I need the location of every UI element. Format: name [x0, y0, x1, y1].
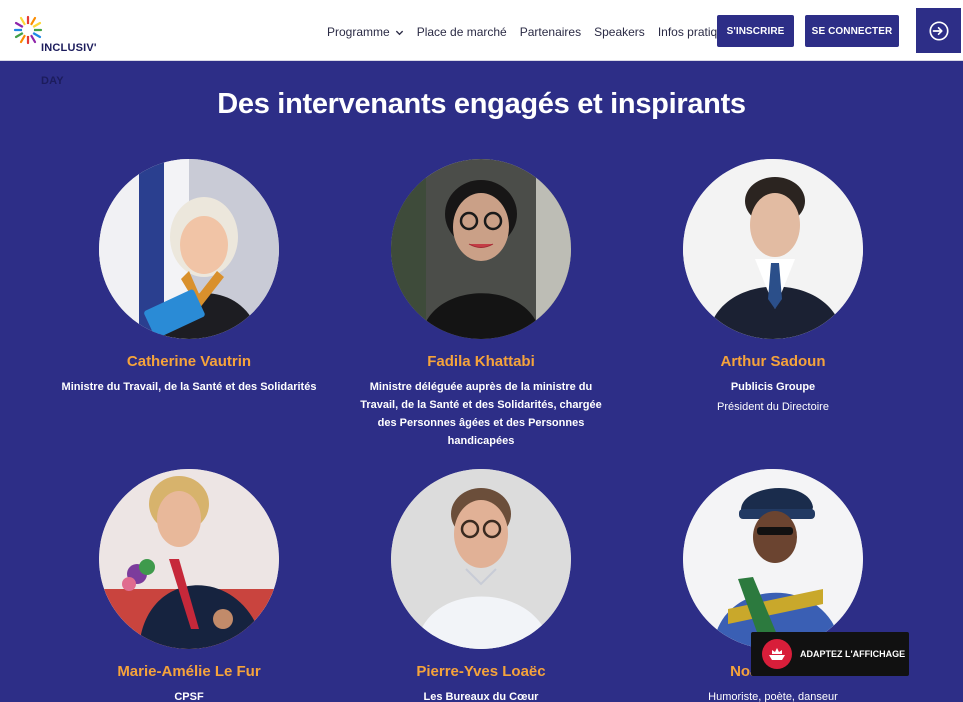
- sign-in-button[interactable]: [916, 8, 961, 53]
- speaker-name: Pierre-Yves Loaëc: [416, 663, 546, 680]
- register-button[interactable]: S'INSCRIRE: [717, 15, 794, 47]
- speaker-name: Marie-Amélie Le Fur: [117, 663, 261, 680]
- chevron-down-icon: [395, 30, 403, 35]
- speaker-card[interactable]: Catherine Vautrin Ministre du Travail, d…: [39, 159, 339, 396]
- nav-item-partenaires[interactable]: Partenaires: [520, 25, 581, 39]
- nav-item-label: Programme: [327, 25, 390, 39]
- nav-item-programme[interactable]: Programme: [327, 25, 404, 39]
- speaker-name: Arthur Sadoun: [720, 353, 826, 370]
- speaker-card[interactable]: Arthur Sadoun Publicis Groupe Président …: [623, 159, 923, 416]
- speaker-org: CPSF: [174, 691, 204, 702]
- speaker-card[interactable]: Fadila Khattabi Ministre déléguée auprès…: [331, 159, 631, 450]
- speaker-photo: [391, 469, 571, 649]
- nav-item-label: Partenaires: [519, 25, 582, 39]
- sign-in-icon: [928, 20, 949, 41]
- section-title: Des intervenants engagés et inspirants: [217, 88, 746, 120]
- speaker-photo: [683, 159, 863, 339]
- speaker-photo: [99, 159, 279, 339]
- speaker-org: Ministre déléguée auprès de la ministre …: [360, 381, 602, 447]
- nav-item-label: Speakers: [594, 25, 645, 39]
- inclusiv-day-logo[interactable]: INCLUSIV' DAY: [13, 9, 97, 87]
- login-button[interactable]: SE CONNECTER: [805, 15, 899, 47]
- adapt-display-button[interactable]: ADAPTEZ L'AFFICHAGE: [751, 632, 909, 676]
- adapt-display-label: ADAPTEZ L'AFFICHAGE: [800, 649, 906, 659]
- main-nav: Programme Place de marché Partenaires Sp…: [327, 24, 750, 40]
- speaker-card[interactable]: Pierre-Yves Loaëc Les Bureaux du Cœur: [331, 469, 631, 702]
- nav-item-label: Place de marché: [416, 25, 507, 39]
- speaker-photo: [391, 159, 571, 339]
- speaker-org: Les Bureaux du Cœur: [423, 691, 539, 702]
- speaker-org: Publicis Groupe: [730, 381, 816, 393]
- speaker-role: Humoriste, poète, danseur: [708, 691, 838, 702]
- nav-item-speakers[interactable]: Speakers: [594, 25, 645, 39]
- speaker-photo: [99, 469, 279, 649]
- site-header: INCLUSIV' DAY Programme Place de marché …: [0, 0, 963, 87]
- speaker-card[interactable]: Marie-Amélie Le Fur CPSF: [39, 469, 339, 702]
- speaker-org: Ministre du Travail, de la Santé et des …: [61, 381, 317, 393]
- speaker-photo: [683, 469, 863, 649]
- speaker-name: Fadila Khattabi: [427, 353, 535, 370]
- logo-line-1: INCLUSIV': [41, 42, 97, 54]
- logo-burst-icon: [13, 15, 43, 45]
- speaker-name: Catherine Vautrin: [126, 353, 252, 370]
- accessibility-badge: [762, 639, 792, 669]
- logo-line-2: DAY: [41, 75, 64, 87]
- speaker-role: Président du Directoire: [717, 401, 829, 413]
- nav-item-place-de-marche[interactable]: Place de marché: [417, 25, 507, 39]
- ship-icon: [769, 648, 785, 660]
